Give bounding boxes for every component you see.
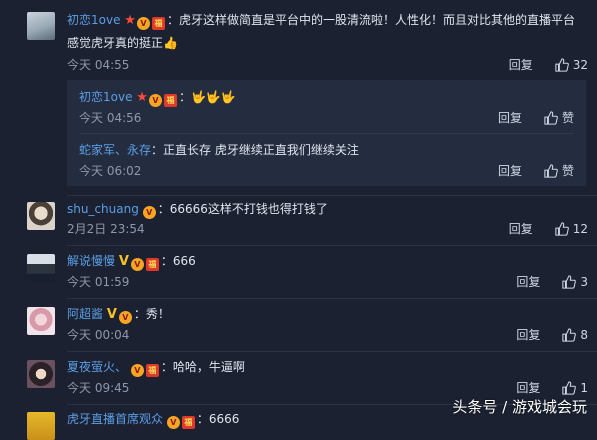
comment-time: 今天 00:04 [67, 328, 130, 342]
comment-text: ：虎牙这样做简直是平台中的一股清流啦！人性化！而且对比其他的直播平台 [166, 13, 575, 27]
red-packet-badge-icon: 福 [181, 416, 195, 429]
star-badge-icon: ★ [136, 90, 148, 105]
comment-divider [67, 298, 597, 299]
like-count: 8 [580, 328, 588, 342]
watermark: 头条号 / 游戏城会玩 [452, 398, 587, 416]
red-packet-badge-icon: 福 [163, 94, 177, 107]
like-count: 3 [580, 275, 588, 289]
avatar[interactable] [27, 12, 55, 40]
vip-badge-icon: V [148, 94, 162, 107]
comment-text: ：哈哈，牛逼啊 [160, 360, 245, 374]
like-label: 赞 [561, 164, 574, 178]
red-packet-badge-icon: 福 [151, 17, 165, 30]
v-badge-icon: V [118, 254, 129, 269]
username[interactable]: 虎牙直播首席观众 [67, 412, 163, 426]
avatar[interactable] [27, 202, 55, 230]
thumbs-up-icon [544, 111, 558, 125]
username[interactable]: 阿超酱 [67, 307, 103, 321]
reply-button[interactable]: 回复 [516, 327, 540, 343]
avatar[interactable] [27, 307, 55, 335]
comment-divider [67, 245, 597, 246]
comment-text: ：秀！ [133, 307, 170, 321]
red-packet-badge-icon: 福 [145, 258, 159, 271]
comment-time: 今天 04:55 [67, 58, 130, 72]
username[interactable]: shu_chuang [67, 202, 139, 216]
reply-button[interactable]: 回复 [509, 57, 533, 73]
star-badge-icon: ★ [124, 13, 136, 28]
comment-divider [67, 351, 597, 352]
reply-username[interactable]: 蛇家军、永存 [79, 143, 151, 157]
like-count: 12 [572, 222, 588, 236]
vip-badge-icon: V [142, 206, 156, 219]
username[interactable]: 初恋1ove [67, 13, 120, 27]
vip-badge-icon: V [130, 258, 144, 271]
avatar[interactable] [27, 360, 55, 388]
thumbs-up-icon [555, 58, 569, 72]
vip-badge-icon: V [130, 364, 144, 377]
comment-divider [67, 195, 597, 196]
like-label: 赞 [561, 111, 574, 125]
comment-time: 2月2日 23:54 [67, 222, 145, 236]
reply-button[interactable]: 回复 [516, 274, 540, 290]
v-badge-icon: V [106, 307, 117, 322]
reply-divider [79, 133, 574, 134]
reply-button[interactable]: 回复 [509, 221, 533, 237]
comment-text-continued: 感觉虎牙真的挺正👍 [67, 36, 178, 50]
like-button[interactable]: 8 [562, 327, 588, 343]
like-button[interactable]: 赞 [544, 110, 574, 126]
reply-text: ：正直长存 虎牙继续正直我们继续关注 [151, 143, 359, 157]
thumbs-up-icon [562, 328, 577, 342]
thumbs-up-icon [555, 222, 569, 236]
comment-time: 今天 09:45 [67, 381, 130, 395]
username[interactable]: 夏夜萤火、 [67, 360, 127, 374]
like-count: 32 [572, 58, 588, 72]
like-count: 1 [580, 381, 588, 395]
comment-time: 今天 01:59 [67, 275, 130, 289]
comment-text: ：6666 [196, 412, 240, 426]
reply-username[interactable]: 初恋1ove [79, 90, 132, 104]
vip-badge-icon: V [136, 17, 150, 30]
like-button[interactable]: 1 [562, 380, 588, 396]
vip-badge-icon: V [118, 311, 132, 324]
thumbs-up-icon [562, 275, 577, 289]
comment-text: ：66666这样不打钱也得打钱了 [157, 202, 328, 216]
reply-thread: 初恋1ove ★ V 福：🤟🤟🤟 今天 04:56 回复 赞 蛇家军、永存：正直长存… [67, 80, 586, 186]
thumbs-up-icon [562, 381, 577, 395]
like-button[interactable]: 赞 [544, 163, 574, 179]
reply-button[interactable]: 回复 [498, 163, 522, 179]
avatar[interactable] [27, 412, 55, 440]
avatar[interactable] [27, 254, 55, 282]
reply-button[interactable]: 回复 [516, 380, 540, 396]
reply-time: 今天 04:56 [79, 111, 142, 125]
reply-button[interactable]: 回复 [498, 110, 522, 126]
comment-text: ：666 [160, 254, 196, 268]
thumbs-up-icon [544, 164, 558, 178]
like-button[interactable]: 3 [562, 274, 588, 290]
reply-time: 今天 06:02 [79, 164, 142, 178]
username[interactable]: 解说慢慢 [67, 254, 115, 268]
like-button[interactable]: 32 [555, 57, 588, 73]
like-button[interactable]: 12 [555, 221, 588, 237]
reply-text: ：🤟🤟🤟 [178, 90, 236, 104]
vip-badge-icon: V [166, 416, 180, 429]
red-packet-badge-icon: 福 [145, 364, 159, 377]
